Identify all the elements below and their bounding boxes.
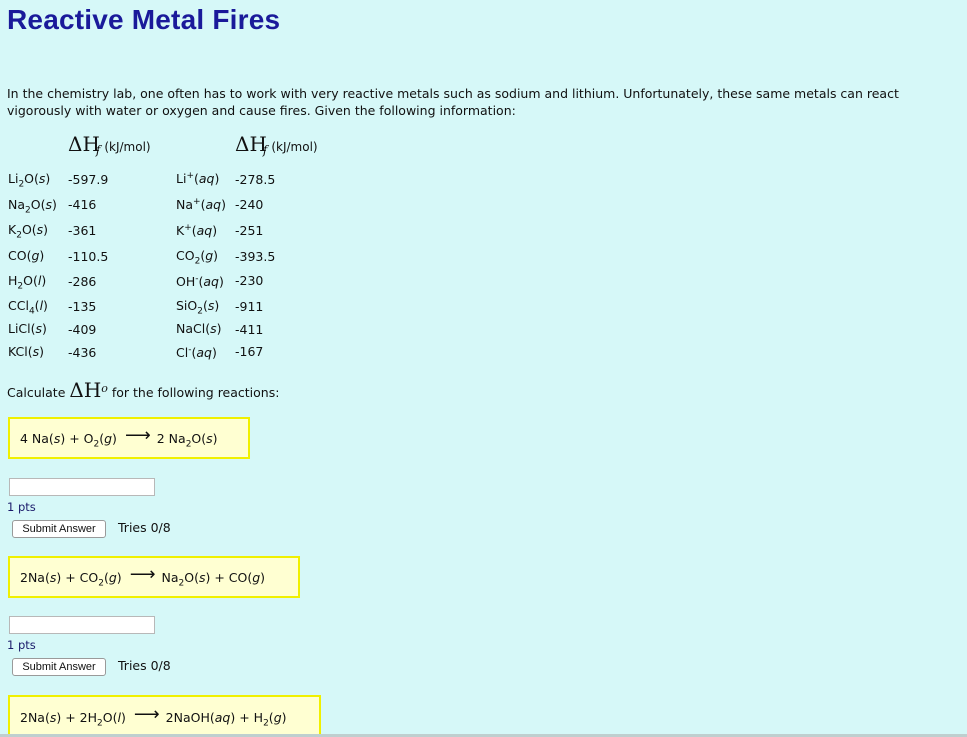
formula-cl-ion: Cl-(aq) — [176, 345, 217, 361]
reaction-box-2: 2Na(s) + CO2(g) ⟶ Na2O(s) + CO(g) — [8, 556, 300, 598]
formula-li-ion: Li+(aq) — [176, 171, 220, 187]
header-enthalpy-left: ΔHf (kJ/mol) — [68, 132, 151, 157]
reaction-box-3: 2Na(s) + 2H2O(l) ⟶ 2NaOH(aq) + H2(g) — [8, 695, 321, 737]
points-label-1: 1 pts — [7, 500, 36, 514]
calculate-instruction: Calculate ΔHo for the following reaction… — [7, 378, 280, 402]
value-cl-ion: -167 — [235, 344, 264, 359]
formula-co: CO(g) — [8, 248, 45, 263]
value-na2o: -416 — [68, 197, 97, 212]
value-k-ion: -251 — [235, 223, 264, 238]
formula-k2o: K2O(s) — [8, 222, 49, 241]
value-kcl: -436 — [68, 345, 97, 360]
formula-li2o: Li2O(s) — [8, 171, 51, 190]
reaction-2-equation: 2Na(s) + CO2(g) ⟶ Na2O(s) + CO(g) — [20, 563, 266, 589]
tries-counter-1: Tries 0/8 — [118, 520, 171, 535]
page-title: Reactive Metal Fires — [7, 4, 281, 35]
header-enthalpy-right: ΔHf (kJ/mol) — [235, 132, 318, 157]
value-k2o: -361 — [68, 223, 97, 238]
formula-ccl4: CCl4(l) — [8, 298, 48, 317]
value-oh-ion: -230 — [235, 273, 264, 288]
value-nacl: -411 — [235, 322, 264, 337]
formula-na2o: Na2O(s) — [8, 197, 57, 216]
formula-licl: LiCl(s) — [8, 321, 47, 336]
submit-answer-button-2[interactable]: Submit Answer — [12, 658, 106, 676]
value-li-ion: -278.5 — [235, 172, 276, 187]
formula-sio2: SiO2(s) — [176, 298, 220, 317]
points-label-2: 1 pts — [7, 638, 36, 652]
formula-co2: CO2(g) — [176, 248, 219, 267]
value-co2: -393.5 — [235, 249, 276, 264]
answer-input-1[interactable] — [9, 478, 155, 496]
formula-na-ion: Na+(aq) — [176, 197, 226, 213]
formula-oh-ion: OH-(aq) — [176, 274, 224, 290]
answer-input-2[interactable] — [9, 616, 155, 634]
submit-answer-button-1[interactable]: Submit Answer — [12, 520, 106, 538]
formula-h2o: H2O(l) — [8, 273, 47, 292]
formula-nacl: NaCl(s) — [176, 321, 222, 336]
tries-counter-2: Tries 0/8 — [118, 658, 171, 673]
intro-paragraph: In the chemistry lab, one often has to w… — [7, 86, 899, 118]
reaction-3-equation: 2Na(s) + 2H2O(l) ⟶ 2NaOH(aq) + H2(g) — [20, 703, 287, 729]
reaction-1-equation: 4 Na(s) + O2(g) ⟶ 2 Na2O(s) — [20, 424, 218, 450]
value-sio2: -911 — [235, 299, 264, 314]
value-li2o: -597.9 — [68, 172, 109, 187]
value-licl: -409 — [68, 322, 97, 337]
formula-k-ion: K+(aq) — [176, 223, 218, 239]
value-na-ion: -240 — [235, 197, 264, 212]
value-ccl4: -135 — [68, 299, 97, 314]
reaction-box-1: 4 Na(s) + O2(g) ⟶ 2 Na2O(s) — [8, 417, 250, 459]
value-h2o: -286 — [68, 274, 97, 289]
value-co: -110.5 — [68, 249, 109, 264]
formula-kcl: KCl(s) — [8, 344, 44, 359]
